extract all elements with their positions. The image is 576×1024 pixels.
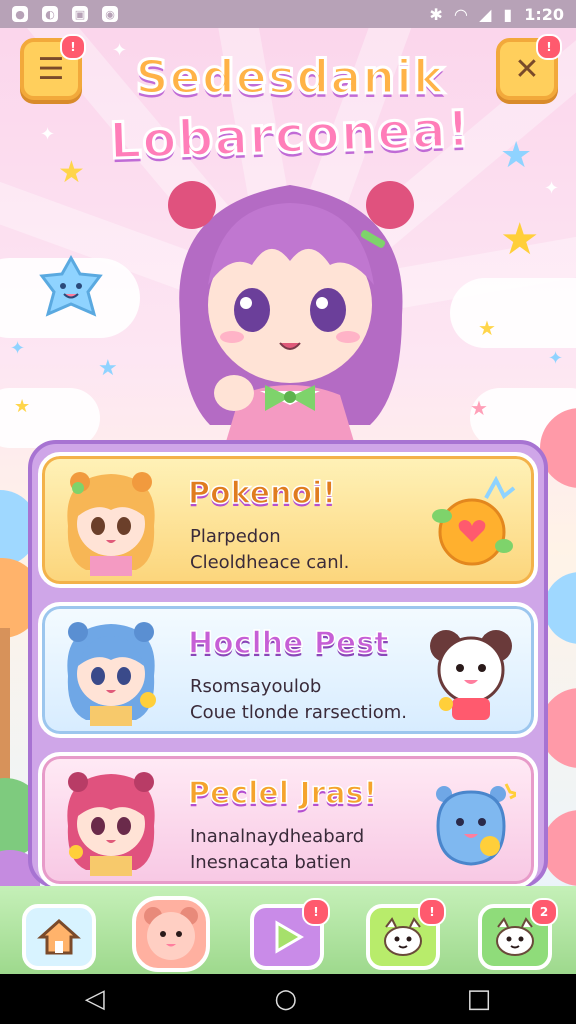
home-icon — [37, 918, 81, 955]
bluetooth-icon: ✱ — [429, 4, 443, 24]
character-avatar — [56, 466, 166, 576]
quest-card-1[interactable]: Pokenoi! Plarpedon Cleoldheace canl. — [38, 452, 538, 588]
quest-title: Hoclhe Pest — [187, 625, 389, 662]
star-icon: ★ — [470, 396, 488, 420]
pet-face-icon — [496, 917, 534, 956]
pet-bear-button[interactable] — [132, 896, 210, 972]
cloud — [450, 278, 576, 348]
signal-icon: ◢ — [479, 4, 492, 24]
battery-icon: ▮ — [503, 4, 513, 24]
notification-badge: 2 — [530, 898, 558, 926]
panda-pet-icon — [426, 626, 516, 722]
quest-description: Cleoldheace canl. — [190, 552, 350, 573]
character-avatar — [56, 766, 166, 876]
home-circle-icon[interactable]: ○ — [274, 984, 297, 1014]
status-left-icons: ● ◐ ▣ ◉ — [12, 6, 118, 22]
quest-subtitle: Inanalnaydheabard — [190, 826, 365, 847]
home-button[interactable] — [22, 904, 96, 970]
title-line-2: Lobarconea! — [107, 98, 473, 172]
status-right-icons: ✱ ◠ ◢ ▮ 1:20 — [429, 4, 564, 24]
quest-title: Peclel Jras! — [187, 775, 378, 812]
star-icon: ★ — [14, 396, 31, 417]
quest-card-3[interactable]: Peclel Jras! Inanalnaydheabard Inesnacat… — [38, 752, 538, 888]
system-navigation-bar: ◁ ○ □ — [0, 974, 576, 1024]
recents-icon[interactable]: □ — [467, 984, 492, 1014]
quest-title: Pokenoi! — [187, 475, 337, 512]
pets-button[interactable]: 2 — [478, 898, 558, 970]
sparkle-icon: ✦ — [40, 124, 56, 145]
hero-character — [140, 165, 440, 445]
notification-icon: ● — [12, 6, 28, 22]
status-bar: ● ◐ ▣ ◉ ✱ ◠ ◢ ▮ 1:20 — [0, 0, 576, 28]
menu-button[interactable]: ☰ ! — [20, 34, 86, 100]
play-icon — [275, 920, 304, 954]
heart-fruit-reward-icon — [426, 475, 516, 572]
list-icon: ☰ — [37, 51, 65, 87]
character-avatar — [56, 616, 166, 726]
star-icon: ★ — [500, 214, 540, 265]
notification-badge: ! — [536, 34, 562, 60]
notification-icon: ◐ — [42, 6, 58, 22]
quest-subtitle: Plarpedon — [190, 526, 281, 547]
friends-button[interactable]: ! — [366, 898, 446, 970]
sparkle-icon: ✦ — [548, 348, 564, 369]
notification-badge: ! — [418, 898, 446, 926]
game-title: Sedesdanik Lobarconea! — [80, 48, 500, 172]
star-icon: ★ — [478, 316, 496, 340]
status-time: 1:20 — [524, 4, 564, 24]
close-icon: ✕ — [514, 51, 540, 87]
blue-slime-mascot — [36, 254, 106, 328]
star-icon: ★ — [500, 135, 533, 176]
back-icon[interactable]: ◁ — [85, 984, 105, 1014]
quest-description: Inesnacata batien — [190, 852, 352, 873]
close-button[interactable]: ✕ ! — [496, 34, 562, 100]
bear-icon — [144, 907, 198, 960]
quest-description: Coue tlonde rarsectiom. — [190, 702, 407, 723]
quest-panel: Pokenoi! Plarpedon Cleoldheace canl. Hoc… — [28, 440, 548, 888]
cat-face-icon — [384, 917, 422, 956]
blue-monster-pet-icon — [426, 776, 523, 872]
location-icon: ◉ — [102, 6, 118, 22]
quest-card-2[interactable]: Hoclhe Pest Rsomsayoulob Coue tlonde rar… — [38, 602, 538, 738]
sparkle-icon: ✦ — [544, 178, 560, 199]
star-icon: ★ — [98, 356, 118, 381]
quest-subtitle: Rsomsayoulob — [190, 676, 322, 697]
image-icon: ▣ — [72, 6, 88, 22]
title-line-1: Sedesdanik — [134, 49, 445, 106]
play-button[interactable]: ! — [250, 898, 330, 970]
sparkle-icon: ✦ — [10, 338, 26, 359]
notification-badge: ! — [302, 898, 330, 926]
wifi-icon: ◠ — [454, 4, 468, 24]
